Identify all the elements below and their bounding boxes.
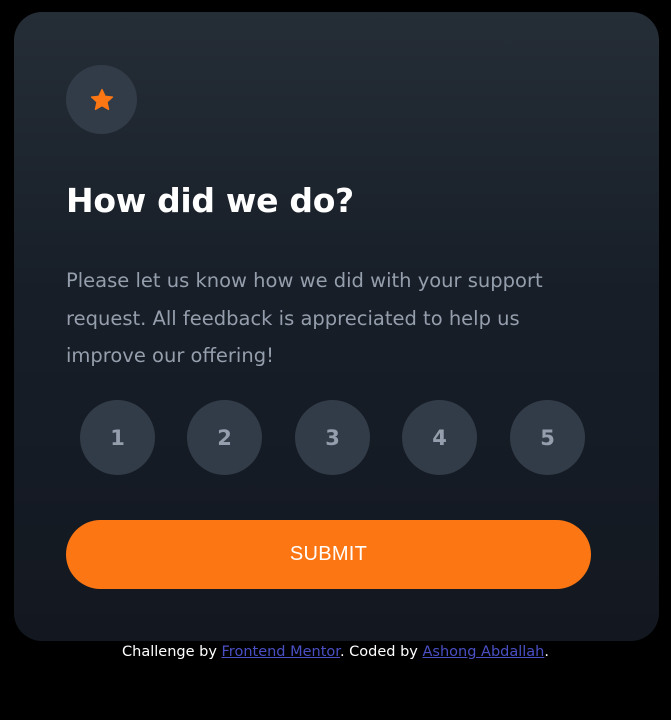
card-description: Please let us know how we did with your … xyxy=(66,269,543,367)
card-title: How did we do? xyxy=(66,181,354,220)
rating-options: 1 2 3 4 5 xyxy=(80,400,585,475)
rating-button-1[interactable]: 1 xyxy=(80,400,155,475)
star-icon xyxy=(90,88,113,110)
frontend-mentor-link[interactable]: Frontend Mentor xyxy=(222,644,340,660)
submit-button[interactable]: SUBMIT xyxy=(66,520,591,589)
star-badge xyxy=(66,65,137,134)
attribution: Challenge by Frontend Mentor. Coded by A… xyxy=(0,641,671,663)
attribution-suffix: . xyxy=(544,644,549,660)
rating-button-4[interactable]: 4 xyxy=(402,400,477,475)
attribution-prefix: Challenge by xyxy=(122,644,222,660)
author-link[interactable]: Ashong Abdallah xyxy=(422,644,544,660)
rating-button-2[interactable]: 2 xyxy=(187,400,262,475)
attribution-middle: . Coded by xyxy=(339,644,423,660)
rating-card: How did we do? Please let us know how we… xyxy=(14,12,659,641)
rating-button-3[interactable]: 3 xyxy=(295,400,370,475)
rating-button-5[interactable]: 5 xyxy=(510,400,585,475)
